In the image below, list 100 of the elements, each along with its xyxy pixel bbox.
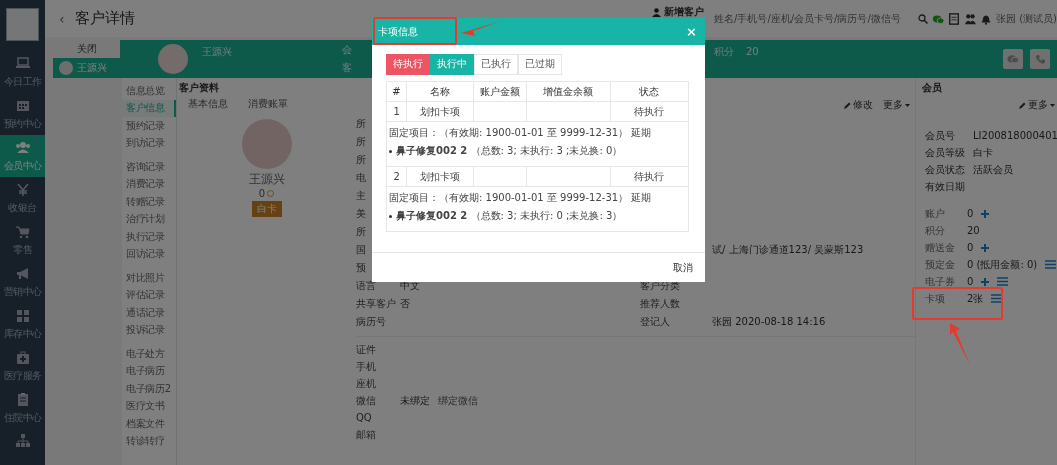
more-dropdown[interactable]: 更多 xyxy=(1019,98,1055,112)
field-value: 白卡 xyxy=(973,145,994,160)
bullet-icon xyxy=(389,214,392,218)
extend-link[interactable]: 延期 xyxy=(631,192,652,203)
subnav-item[interactable]: 执行记录 xyxy=(122,228,176,246)
search-icon[interactable] xyxy=(918,13,928,24)
subnav-item[interactable]: 转诊转疗 xyxy=(122,432,176,450)
account-label: 账户 xyxy=(925,206,946,221)
subnav-item[interactable]: 咨询记录 xyxy=(122,158,176,176)
page-title: 客户详情 xyxy=(74,9,135,28)
back-button[interactable]: ‹ xyxy=(59,10,65,27)
table-cell: 1 xyxy=(386,101,407,122)
field-label: 国 xyxy=(356,243,366,257)
avatar-placeholder xyxy=(59,61,73,75)
item-text: 鼻子修复002 2 （总数: 3; 未执行: 3 ;未兑换: 0） xyxy=(396,144,623,158)
caret-icon xyxy=(905,103,910,107)
account-label: 赠送金 xyxy=(925,240,956,255)
plus-icon[interactable] xyxy=(981,209,990,218)
table-cell: 2 xyxy=(386,166,407,187)
bullet-icon xyxy=(389,149,392,153)
phone-button[interactable] xyxy=(1030,49,1050,69)
validity-text: 固定项目：（有效期: 1900-01-01 至 9999-12-31） xyxy=(389,192,629,203)
more-dropdown[interactable]: 更多 xyxy=(883,98,910,112)
subnav-item[interactable]: 电子病历 xyxy=(122,362,176,380)
subnav-item[interactable]: 预约记录 xyxy=(122,117,176,135)
field-label: QQ xyxy=(356,412,372,423)
account-value: 0 (抵用金额: 0) xyxy=(967,257,1038,272)
column-header: 状态 xyxy=(610,81,689,102)
profile-tab[interactable]: 消费账單 xyxy=(248,97,288,111)
subnav-item[interactable]: 信息总览 xyxy=(122,82,176,100)
status-tab[interactable]: 待执行 xyxy=(386,54,430,75)
grid-icon xyxy=(14,307,31,324)
field-label: 主 xyxy=(356,189,366,203)
new-customer-button[interactable]: 新增客户 xyxy=(652,5,704,19)
field-value: LI200818000401 xyxy=(973,130,1057,141)
subnav-item[interactable]: 转赠记录 xyxy=(122,193,176,211)
caret-icon xyxy=(1050,103,1055,107)
section-heading: 会员 xyxy=(922,81,943,95)
points-value: 20 xyxy=(746,46,759,57)
profile-tab[interactable]: 基本信息 xyxy=(188,97,228,111)
search-field[interactable]: 姓名/手机号/座机/会员卡号/病历号/微信号 xyxy=(714,13,915,24)
column-header: 名称 xyxy=(406,81,474,102)
plus-icon[interactable] xyxy=(981,243,990,252)
field-value: 活跃会员 xyxy=(973,162,1014,177)
sitemap-icon[interactable] xyxy=(14,433,31,449)
account-label: 电子券 xyxy=(925,274,956,289)
account-label: 预定金 xyxy=(925,257,956,272)
field-label: 座机 xyxy=(356,376,376,391)
pencil-icon xyxy=(1019,101,1026,109)
medical-kit-icon xyxy=(14,349,31,366)
subnav-item[interactable]: 评估记录 xyxy=(122,286,176,304)
wechat-button[interactable] xyxy=(1003,49,1023,69)
field-label: 所 xyxy=(356,153,366,167)
user-group-icon[interactable] xyxy=(964,12,976,25)
field-label: 美 xyxy=(356,207,366,221)
list-icon[interactable] xyxy=(991,294,1003,303)
document-icon[interactable] xyxy=(948,12,960,25)
profile-name: 王源兴 xyxy=(248,171,285,188)
customer-tab[interactable]: 王源兴 xyxy=(53,58,120,78)
subnav-item[interactable]: 治疗计划 xyxy=(122,210,176,228)
subnav-item[interactable]: 对比照片 xyxy=(122,269,176,287)
subnav-item[interactable]: 电子病历2 xyxy=(122,380,176,398)
subnav-item[interactable]: 电子处方 xyxy=(122,345,176,363)
yen-icon xyxy=(14,181,31,198)
field-label: 邮箱 xyxy=(356,427,376,442)
subnav-item[interactable]: 到访记录 xyxy=(122,134,176,152)
modal-title: 卡项信息 xyxy=(378,24,418,39)
subnav-item[interactable]: 档案文件 xyxy=(122,415,176,433)
annotation-arrow xyxy=(461,21,501,37)
list-icon[interactable] xyxy=(1045,260,1057,269)
nav-item[interactable]: 会员中心 xyxy=(0,135,45,177)
subnav-item[interactable]: 投诉记录 xyxy=(122,321,176,339)
edit-link[interactable]: 修改 xyxy=(844,98,873,112)
subnav-item[interactable]: 客户信息 xyxy=(122,99,176,117)
subnav-item[interactable]: 回访记录 xyxy=(122,245,176,263)
item-text: 鼻子修复002 2 （总数: 3; 未执行: 0 ;未兑换: 3） xyxy=(396,209,623,223)
subnav-item[interactable]: 通话记录 xyxy=(122,304,176,322)
status-tab[interactable]: 执行中 xyxy=(430,54,474,75)
table-cell: 待执行 xyxy=(610,101,689,122)
field-label: 所 xyxy=(356,117,366,131)
status-tab[interactable]: 已过期 xyxy=(518,54,562,75)
bind-wechat-link[interactable]: 绑定微信 xyxy=(438,394,478,406)
points-label: 积分 xyxy=(714,45,734,59)
extend-link[interactable]: 延期 xyxy=(631,127,652,138)
subnav-item[interactable]: 医疗文书 xyxy=(122,397,176,415)
points-value: 0 xyxy=(258,188,266,199)
status-tab[interactable]: 已执行 xyxy=(474,54,518,75)
cancel-button[interactable]: 取消 xyxy=(673,260,693,275)
account-label: 卡项 xyxy=(925,291,946,306)
column-header: # xyxy=(386,81,407,102)
plus-icon[interactable] xyxy=(981,277,990,286)
close-button[interactable]: × xyxy=(686,24,697,39)
column-header: 增值金余额 xyxy=(526,81,611,102)
phone-icon xyxy=(1035,54,1045,64)
subnav-item[interactable]: 消费记录 xyxy=(122,175,176,193)
list-icon[interactable] xyxy=(997,277,1009,286)
account-value: 0 xyxy=(967,276,974,287)
column-header: 账户金额 xyxy=(473,81,527,102)
section-heading: 客户资料 xyxy=(178,81,219,95)
megaphone-icon xyxy=(14,265,31,282)
